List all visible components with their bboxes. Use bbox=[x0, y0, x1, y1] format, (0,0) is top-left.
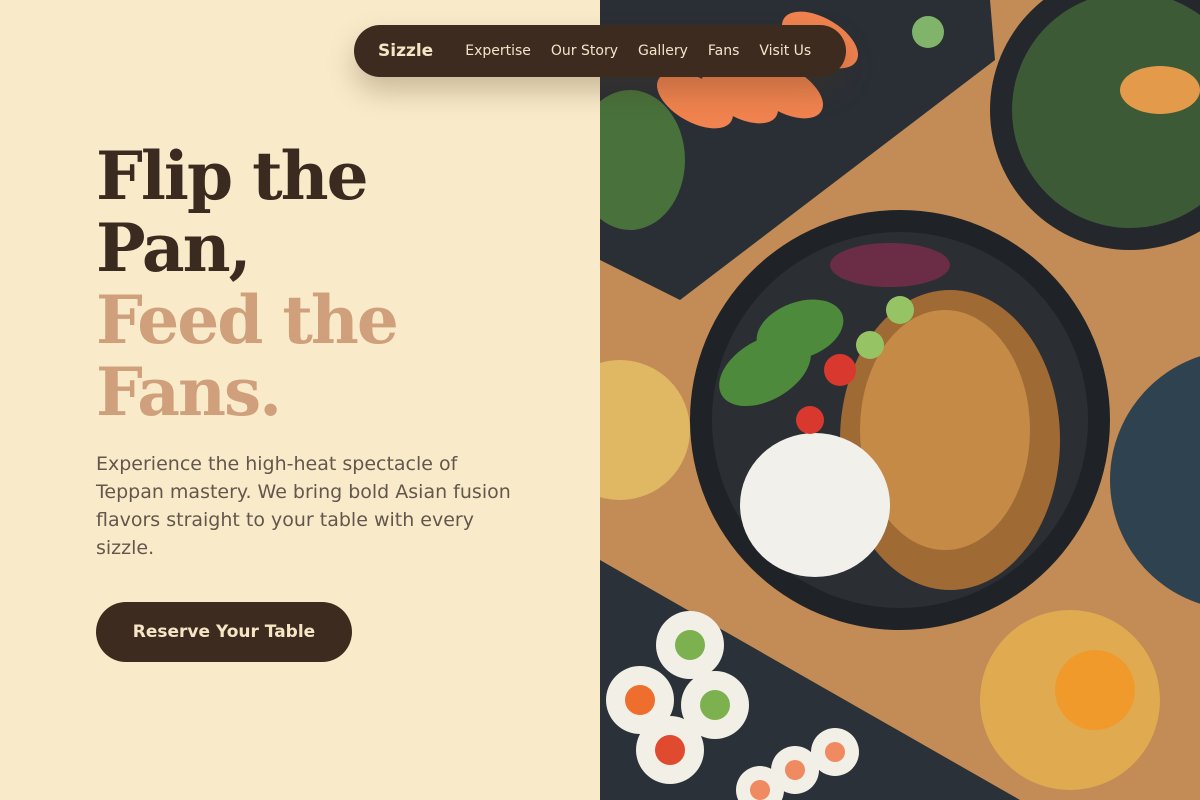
hero-section: Flip the Pan, Feed the Fans. Experience … bbox=[0, 0, 600, 800]
nav-link-gallery[interactable]: Gallery bbox=[628, 43, 698, 59]
nav-links: Expertise Our Story Gallery Fans Visit U… bbox=[455, 43, 821, 59]
hero-description: Experience the high-heat spectacle of Te… bbox=[96, 453, 511, 559]
nav-link-expertise[interactable]: Expertise bbox=[455, 43, 541, 59]
hero-title-line-2: Pan, bbox=[96, 209, 252, 287]
hero-title-line-4: Fans. bbox=[96, 353, 282, 431]
reserve-table-button[interactable]: Reserve Your Table bbox=[96, 602, 352, 662]
brand-logo[interactable]: Sizzle bbox=[378, 41, 433, 61]
nav-link-fans[interactable]: Fans bbox=[698, 43, 750, 59]
hero-title-line-1: Flip the bbox=[96, 137, 369, 215]
food-photo bbox=[600, 0, 1200, 800]
hero-title-line-3: Feed the bbox=[96, 281, 399, 359]
nav-link-visit-us[interactable]: Visit Us bbox=[749, 43, 821, 59]
food-photo-illustration bbox=[600, 0, 1200, 800]
top-navigation: Sizzle Expertise Our Story Gallery Fans … bbox=[354, 25, 846, 77]
nav-link-our-story[interactable]: Our Story bbox=[541, 43, 628, 59]
hero-title: Flip the Pan, Feed the Fans. bbox=[96, 140, 536, 428]
